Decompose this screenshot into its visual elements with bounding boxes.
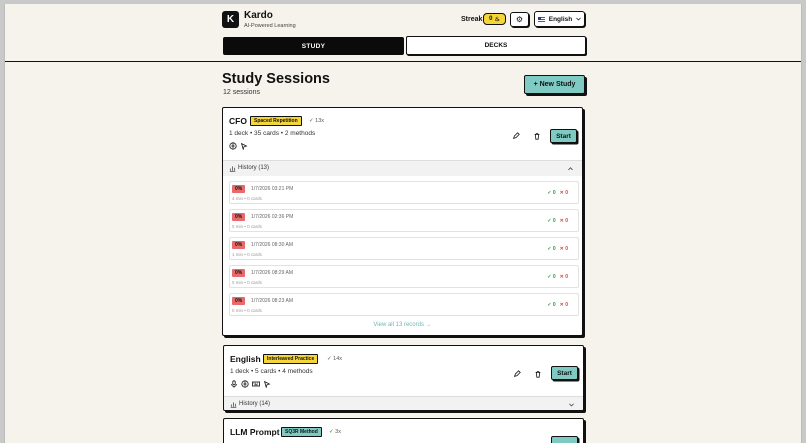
session-count-badge: ✓ 13x — [309, 118, 325, 124]
score-percent-badge: 0% — [232, 213, 246, 221]
streak-value: 0 — [489, 16, 493, 22]
correct-count: ✓ 0 — [547, 302, 556, 308]
chevron-down-icon — [576, 17, 581, 21]
record-score: ✓ 0 ✕ 0 — [547, 190, 568, 196]
top-header: K Kardo AI-Powered Learning Streak 0 ♨ ⚙… — [5, 4, 801, 62]
tab-decks[interactable]: DECKS — [406, 36, 586, 55]
record-duration: 4 min • 0 cards — [232, 196, 262, 201]
trash-icon[interactable] — [533, 132, 541, 140]
record-duration: 0 min • 0 cards — [232, 308, 262, 313]
cursor-click-icon — [263, 380, 271, 388]
history-label: History (13) — [238, 165, 270, 171]
session-card: CFO Spaced Repetition ✓ 13x 1 deck • 35 … — [222, 107, 583, 336]
history-record: 0% 1/7/2026 08:30 AM 1 min • 0 cards ✓ 0… — [229, 237, 579, 260]
session-title: CFO — [229, 116, 247, 126]
start-button[interactable] — [551, 436, 578, 443]
brain-icon — [229, 142, 237, 150]
app-window: K Kardo AI-Powered Learning Streak 0 ♨ ⚙… — [4, 4, 802, 443]
history-record: 0% 1/7/2026 08:29 AM 0 min • 0 cards ✓ 0… — [229, 265, 579, 288]
correct-count: ✓ 0 — [547, 246, 556, 252]
bar-chart-icon — [229, 166, 236, 172]
session-count-badge: ✓ 14x — [327, 356, 343, 362]
score-percent-badge: 0% — [232, 297, 246, 305]
history-record: 0% 1/7/2026 03:21 PM 4 min • 0 cards ✓ 0… — [229, 181, 579, 204]
view-all-records-link[interactable]: View all 13 records → — [223, 322, 582, 328]
wrong-count: ✕ 0 — [559, 190, 568, 196]
record-score: ✓ 0 ✕ 0 — [547, 218, 568, 224]
record-score: ✓ 0 ✕ 0 — [547, 246, 568, 252]
check-icon: ✓ — [309, 118, 314, 124]
cursor-click-icon — [240, 142, 248, 150]
correct-count: ✓ 0 — [547, 218, 556, 224]
history-label: History (14) — [239, 401, 271, 407]
method-badge: Spaced Repetition — [250, 116, 302, 126]
history-toggle[interactable]: History (13) — [223, 160, 582, 176]
session-title: English — [230, 354, 261, 364]
wrong-count: ✕ 0 — [559, 246, 568, 252]
tab-study[interactable]: STUDY — [223, 37, 404, 55]
score-percent-badge: 0% — [232, 185, 246, 193]
wrong-count: ✕ 0 — [559, 274, 568, 280]
language-label: English — [548, 15, 573, 23]
start-button[interactable]: Start — [551, 366, 578, 380]
record-score: ✓ 0 ✕ 0 — [547, 302, 568, 308]
keyboard-icon — [252, 381, 260, 387]
brain-icon — [241, 380, 249, 388]
start-button[interactable]: Start — [550, 129, 577, 143]
page-title: Study Sessions — [222, 71, 330, 87]
record-duration: 0 min • 0 cards — [232, 224, 262, 229]
score-percent-badge: 0% — [232, 269, 246, 277]
method-icons — [229, 142, 248, 150]
brand-tagline: AI-Powered Learning — [244, 23, 296, 29]
session-count-badge: ✓ 3x — [329, 429, 341, 435]
method-badge: SQ3R Method — [281, 427, 322, 437]
method-badge: Interleaved Practice — [263, 354, 319, 364]
history-record: 0% 1/7/2026 02:36 PM 0 min • 0 cards ✓ 0… — [229, 209, 579, 232]
record-duration: 1 min • 0 cards — [232, 252, 262, 257]
wrong-count: ✕ 0 — [559, 302, 568, 308]
new-study-button[interactable]: + New Study — [524, 75, 585, 94]
logo[interactable]: K — [222, 11, 239, 28]
settings-button[interactable]: ⚙ — [510, 12, 529, 27]
gear-icon: ⚙ — [515, 15, 524, 24]
session-card: LLM Prompt SQ3R Method ✓ 3x — [223, 418, 584, 443]
record-time: 1/7/2026 02:36 PM — [251, 214, 294, 220]
record-time: 1/7/2026 08:23 AM — [251, 298, 293, 304]
session-card: English Interleaved Practice ✓ 14x 1 dec… — [223, 345, 584, 411]
session-meta: 1 deck • 35 cards • 2 methods — [229, 130, 316, 137]
edit-icon[interactable] — [512, 132, 520, 140]
check-icon: ✓ — [329, 429, 334, 435]
record-duration: 0 min • 0 cards — [232, 280, 262, 285]
wrong-count: ✕ 0 — [559, 218, 568, 224]
session-count: 12 sessions — [223, 89, 260, 96]
chevron-down-icon — [569, 403, 574, 407]
streak-badge: 0 ♨ — [483, 13, 506, 25]
us-flag-icon — [537, 16, 545, 22]
language-selector[interactable]: English — [534, 11, 585, 27]
streak-label: Streak — [461, 16, 483, 23]
microphone-icon — [231, 380, 237, 388]
record-time: 1/7/2026 03:21 PM — [251, 186, 294, 192]
session-meta: 1 deck • 5 cards • 4 methods — [230, 368, 313, 375]
check-icon: ✓ — [327, 356, 332, 362]
score-percent-badge: 0% — [232, 241, 246, 249]
session-title: LLM Prompt — [230, 427, 280, 437]
record-score: ✓ 0 ✕ 0 — [547, 274, 568, 280]
trash-icon[interactable] — [534, 370, 542, 378]
record-time: 1/7/2026 08:29 AM — [251, 270, 293, 276]
method-icons — [230, 380, 271, 388]
correct-count: ✓ 0 — [547, 274, 556, 280]
bar-chart-icon — [230, 402, 237, 408]
correct-count: ✓ 0 — [547, 190, 556, 196]
history-record: 0% 1/7/2026 08:23 AM 0 min • 0 cards ✓ 0… — [229, 293, 579, 316]
chevron-up-icon — [568, 167, 573, 171]
history-toggle[interactable]: History (14) — [224, 396, 583, 410]
flame-icon: ♨ — [494, 16, 500, 23]
record-time: 1/7/2026 08:30 AM — [251, 242, 293, 248]
brand-name: Kardo — [244, 10, 273, 21]
edit-icon[interactable] — [513, 370, 521, 378]
